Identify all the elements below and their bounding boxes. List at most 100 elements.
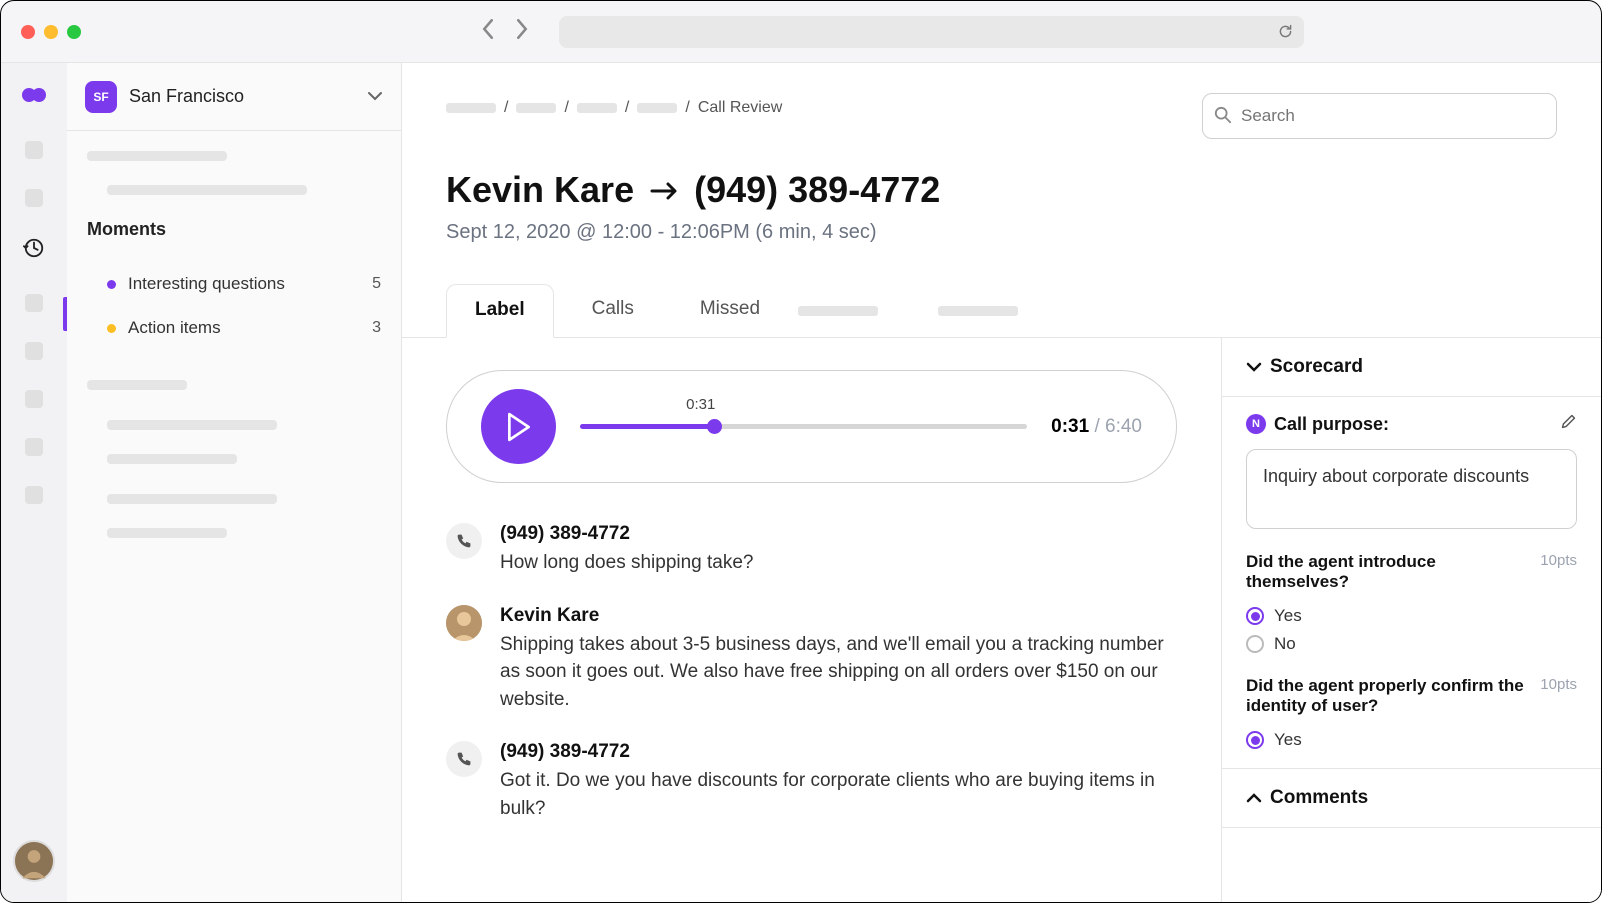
radio-icon (1246, 635, 1264, 653)
rail-nav-item[interactable] (25, 438, 43, 456)
rail-nav-item[interactable] (25, 141, 43, 159)
skeleton (107, 185, 307, 195)
edit-icon[interactable] (1560, 413, 1577, 435)
skeleton (446, 103, 496, 113)
search-icon (1214, 106, 1232, 129)
rail-nav-item[interactable] (25, 486, 43, 504)
moment-count: 5 (372, 275, 381, 293)
radio-icon (1246, 731, 1264, 749)
radio-option-yes[interactable]: Yes (1246, 726, 1577, 754)
skeleton (107, 528, 227, 538)
speaker-name: Kevin Kare (500, 605, 1177, 627)
points: 10pts (1540, 552, 1577, 569)
workspace-badge: SF (85, 81, 117, 113)
chevron-down-icon (1246, 356, 1262, 378)
skeleton (87, 151, 227, 161)
close-window[interactable] (21, 25, 35, 39)
titlebar (1, 1, 1601, 63)
breadcrumb: / / / / Call Review (446, 99, 782, 117)
time-tooltip: 0:31 (686, 396, 715, 413)
call-timestamp: Sept 12, 2020 @ 12:00 - 12:06PM (6 min, … (402, 211, 1601, 244)
minimize-window[interactable] (44, 25, 58, 39)
sidebar-section-title: Moments (87, 219, 381, 240)
score-question: Did the agent properly confirm the ident… (1246, 676, 1577, 716)
rail-nav-item[interactable] (25, 294, 43, 312)
sidebar-moment-item[interactable]: Interesting questions 5 (107, 262, 381, 306)
call-purpose-label: Call purpose: (1274, 414, 1389, 435)
skeleton (107, 420, 277, 430)
transcript-panel: 0:31 0:31 / 6:40 (949) 389-4772 How long… (402, 338, 1221, 902)
moment-label: Action items (128, 318, 221, 338)
transcript-message: (949) 389-4772 Got it. Do we you have di… (446, 741, 1177, 822)
agent-avatar (446, 605, 482, 641)
back-button[interactable] (481, 19, 495, 44)
address-bar[interactable] (559, 16, 1304, 48)
sidebar-moment-item[interactable]: Action items 3 (107, 306, 381, 350)
caller-name: Kevin Kare (446, 169, 634, 211)
breadcrumb-current: Call Review (698, 99, 782, 117)
skeleton (87, 380, 187, 390)
time-display: 0:31 / 6:40 (1051, 416, 1142, 438)
play-icon (506, 412, 532, 442)
skeleton (798, 306, 878, 316)
message-text: How long does shipping take? (500, 549, 1177, 577)
rail-nav-item[interactable] (25, 342, 43, 360)
scorecard-panel: Scorecard N Call purpose: Did the agent … (1221, 338, 1601, 902)
call-purpose-input[interactable] (1246, 449, 1577, 529)
chevron-down-icon (367, 88, 383, 106)
call-title: Kevin Kare (949) 389-4772 (402, 139, 1601, 211)
rail-nav-item[interactable] (25, 189, 43, 207)
moment-label: Interesting questions (128, 274, 285, 294)
progress-bar[interactable]: 0:31 (580, 424, 1027, 429)
progress-thumb[interactable] (707, 419, 722, 434)
skeleton (107, 494, 277, 504)
tab-label[interactable]: Label (446, 284, 554, 338)
scorecard-toggle[interactable]: Scorecard (1246, 356, 1577, 378)
skeleton (637, 103, 677, 113)
skeleton (577, 103, 617, 113)
skeleton (938, 306, 1018, 316)
workspace-selector[interactable]: SF San Francisco (67, 63, 401, 131)
comments-title: Comments (1270, 787, 1368, 809)
rail-nav-item[interactable] (25, 390, 43, 408)
transcript-message: (949) 389-4772 How long does shipping ta… (446, 523, 1177, 577)
arrow-right-icon (650, 169, 678, 211)
skeleton (516, 103, 556, 113)
play-button[interactable] (481, 389, 556, 464)
skeleton (107, 454, 237, 464)
sidebar: SF San Francisco Moments Interesting que… (67, 63, 402, 902)
dot-icon (107, 280, 116, 289)
forward-button[interactable] (515, 19, 529, 44)
speaker-name: (949) 389-4772 (500, 741, 1177, 763)
history-icon[interactable] (23, 237, 45, 264)
window-controls (21, 25, 81, 39)
audio-player: 0:31 0:31 / 6:40 (446, 370, 1177, 483)
main-content: / / / / Call Review Kevin Kare (949) 389… (402, 63, 1601, 902)
points: 10pts (1540, 676, 1577, 693)
phone-icon (446, 741, 482, 777)
tab-calls[interactable]: Calls (564, 284, 662, 337)
call-number: (949) 389-4772 (694, 169, 940, 211)
chevron-up-icon (1246, 787, 1262, 809)
radio-option-yes[interactable]: Yes (1246, 602, 1577, 630)
transcript-message: Kevin Kare Shipping takes about 3-5 busi… (446, 605, 1177, 714)
dot-icon (107, 324, 116, 333)
search-input[interactable] (1202, 93, 1557, 139)
comments-toggle[interactable]: Comments (1246, 787, 1577, 809)
rail-active-indicator (63, 297, 67, 331)
tab-missed[interactable]: Missed (672, 284, 788, 337)
radio-option-no[interactable]: No (1246, 630, 1577, 658)
nav-rail (1, 63, 67, 902)
current-time: 0:31 (1051, 416, 1089, 437)
user-avatar[interactable] (13, 840, 55, 882)
message-text: Shipping takes about 3-5 business days, … (500, 631, 1177, 714)
maximize-window[interactable] (67, 25, 81, 39)
moment-count: 3 (372, 319, 381, 337)
badge-icon: N (1246, 414, 1266, 434)
scorecard-title: Scorecard (1270, 356, 1363, 378)
phone-icon (446, 523, 482, 559)
workspace-name: San Francisco (129, 86, 244, 107)
tabs: Label Calls Missed (402, 244, 1601, 338)
reload-icon[interactable] (1277, 23, 1294, 45)
app-logo-icon[interactable] (20, 83, 48, 111)
